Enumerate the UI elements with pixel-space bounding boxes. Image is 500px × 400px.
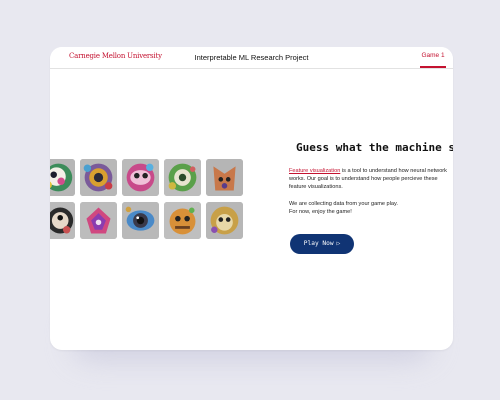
- feature-thumb: [206, 159, 243, 196]
- feature-visualization-gallery: [50, 159, 248, 241]
- tab-game-1[interactable]: Game 1: [420, 52, 446, 68]
- feature-thumb: [122, 202, 159, 239]
- collect-line-2: For now, enjoy the game!: [289, 209, 352, 216]
- collect-line-1: We are collecting data from your game pl…: [289, 201, 398, 207]
- collect-paragraph: We are collecting data from your game pl…: [289, 200, 449, 216]
- play-icon: ▷: [336, 240, 341, 247]
- play-now-button[interactable]: Play Now ▷: [290, 234, 354, 254]
- feature-thumb: [122, 159, 159, 196]
- app-window: Carnegie Mellon University Interpretable…: [50, 47, 453, 350]
- top-nav-bar: Carnegie Mellon University Interpretable…: [50, 47, 453, 69]
- feature-thumb: [50, 202, 75, 239]
- feature-thumb: [164, 159, 201, 196]
- headline: Guess what the machine sees: [296, 141, 453, 154]
- feature-thumb: [80, 159, 117, 196]
- play-now-label: Play Now: [303, 240, 334, 247]
- feature-thumb: [50, 159, 75, 196]
- feature-visualization-link[interactable]: Feature visualization: [289, 168, 340, 174]
- feature-thumb: [164, 202, 201, 239]
- intro-paragraph: Feature visualization is a tool to under…: [289, 167, 449, 192]
- feature-thumb: [206, 202, 243, 239]
- feature-thumb: [80, 202, 117, 239]
- project-title: Interpretable ML Research Project: [194, 53, 309, 62]
